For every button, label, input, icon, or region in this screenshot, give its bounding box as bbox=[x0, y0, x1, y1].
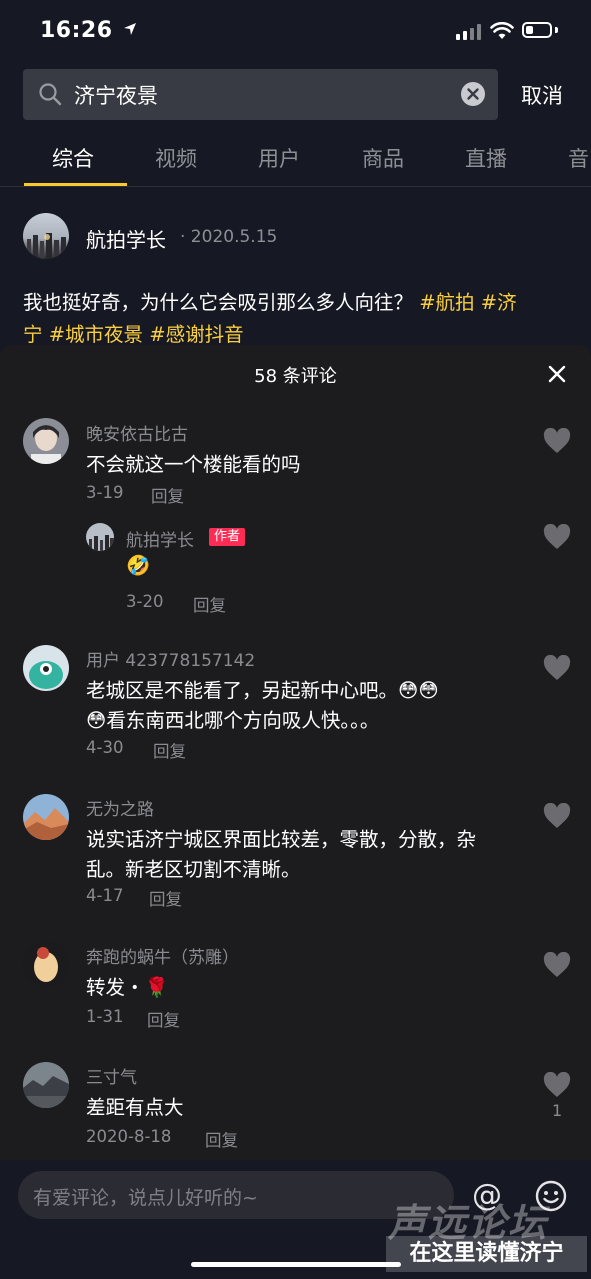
commenter-avatar[interactable] bbox=[23, 941, 69, 987]
heart-icon[interactable] bbox=[543, 524, 571, 550]
tabs-divider bbox=[0, 186, 591, 187]
post-hashtags-line-2[interactable]: 宁 #城市夜景 #感谢抖音 bbox=[23, 318, 244, 347]
post-author-name[interactable]: 航拍学长 bbox=[86, 224, 166, 253]
reply-button[interactable]: 回复 bbox=[153, 738, 186, 762]
commenter-avatar[interactable] bbox=[23, 418, 69, 464]
comment-text: 乱。新老区切割不清晰。 bbox=[86, 858, 301, 881]
close-icon[interactable] bbox=[545, 362, 569, 386]
reply-button[interactable]: 回复 bbox=[149, 886, 182, 910]
comment-date: 3-19 bbox=[86, 483, 124, 502]
reply-text: 🤣 bbox=[126, 554, 151, 577]
reply-button[interactable]: 回复 bbox=[193, 592, 226, 616]
comment-date: 4-30 bbox=[86, 738, 124, 757]
heart-icon[interactable] bbox=[543, 655, 571, 681]
comment-date: 4-17 bbox=[86, 886, 124, 905]
heart-icon[interactable] bbox=[543, 1072, 571, 1098]
comment-text: 😳看东南西北哪个方向吸人快。。。 bbox=[86, 709, 380, 732]
post-author-avatar[interactable] bbox=[23, 213, 69, 259]
comment-date: 1-31 bbox=[86, 1007, 124, 1026]
comment-text: 不会就这一个楼能看的吗 bbox=[86, 453, 301, 476]
comment-text: 说实话济宁城区界面比较差，零散，分散，杂 bbox=[86, 828, 477, 851]
post-hashtags[interactable]: #航拍 #济 bbox=[419, 291, 516, 314]
tab-comprehensive[interactable]: 综合 bbox=[52, 143, 94, 173]
tab-products[interactable]: 商品 bbox=[362, 143, 404, 173]
reply-button[interactable]: 回复 bbox=[151, 483, 184, 507]
cancel-button[interactable]: 取消 bbox=[521, 80, 563, 110]
comment-text: 转发・🌹 bbox=[86, 976, 169, 999]
post-caption-text: 我也挺好奇，为什么它会吸引那么多人向往？ bbox=[23, 291, 414, 314]
commenter-name[interactable]: 奔跑的蜗牛（苏雕） bbox=[86, 943, 239, 968]
status-time: 16:26 bbox=[40, 18, 137, 43]
wifi-icon bbox=[490, 22, 514, 39]
commenter-avatar[interactable] bbox=[23, 645, 69, 691]
comment-text: 老城区是不能看了，另起新中心吧。😳😳 bbox=[86, 679, 439, 702]
commenter-avatar[interactable] bbox=[23, 1062, 69, 1108]
commenter-name[interactable]: 晚安依古比古 bbox=[86, 420, 188, 445]
comment-input-placeholder[interactable]: 有爱评论，说点儿好听的~ bbox=[33, 1183, 258, 1210]
home-indicator bbox=[191, 1262, 401, 1267]
battery-tip bbox=[555, 27, 558, 33]
search-icon bbox=[39, 83, 62, 106]
post-caption-line-1: 我也挺好奇，为什么它会吸引那么多人向往？ #航拍 #济 bbox=[23, 286, 517, 315]
reply-author-name[interactable]: 航拍学长 bbox=[126, 526, 194, 551]
like-count: 1 bbox=[552, 1101, 563, 1120]
heart-icon[interactable] bbox=[543, 952, 571, 978]
post-date: · 2020.5.15 bbox=[180, 227, 278, 247]
author-badge: 作者 bbox=[209, 528, 246, 546]
heart-icon[interactable] bbox=[543, 428, 571, 454]
reply-button[interactable]: 回复 bbox=[147, 1007, 180, 1031]
comment-date: 2020-8-18 bbox=[86, 1127, 172, 1146]
reply-date: 3-20 bbox=[126, 592, 164, 611]
tab-music[interactable]: 音 bbox=[568, 143, 589, 173]
commenter-name[interactable]: 三寸气 bbox=[86, 1063, 137, 1088]
tab-videos[interactable]: 视频 bbox=[155, 143, 197, 173]
watermark-slogan: 在这里读懂济宁 bbox=[386, 1236, 587, 1272]
location-arrow-icon bbox=[123, 23, 136, 35]
battery-icon bbox=[522, 22, 552, 38]
comments-title: 58 条评论 bbox=[254, 366, 337, 387]
tab-live[interactable]: 直播 bbox=[465, 143, 507, 173]
commenter-name[interactable]: 无为之路 bbox=[86, 795, 154, 820]
clear-search-icon[interactable] bbox=[461, 82, 485, 106]
comment-text: 差距有点大 bbox=[86, 1096, 184, 1119]
reply-button[interactable]: 回复 bbox=[205, 1127, 238, 1151]
reply-author-avatar[interactable] bbox=[86, 523, 114, 551]
search-query[interactable]: 济宁夜景 bbox=[74, 80, 158, 110]
tab-users[interactable]: 用户 bbox=[258, 143, 300, 173]
commenter-name[interactable]: 用户 423778157142 bbox=[86, 646, 255, 671]
heart-icon[interactable] bbox=[543, 803, 571, 829]
cellular-signal-icon bbox=[456, 24, 482, 40]
commenter-avatar[interactable] bbox=[23, 794, 69, 840]
